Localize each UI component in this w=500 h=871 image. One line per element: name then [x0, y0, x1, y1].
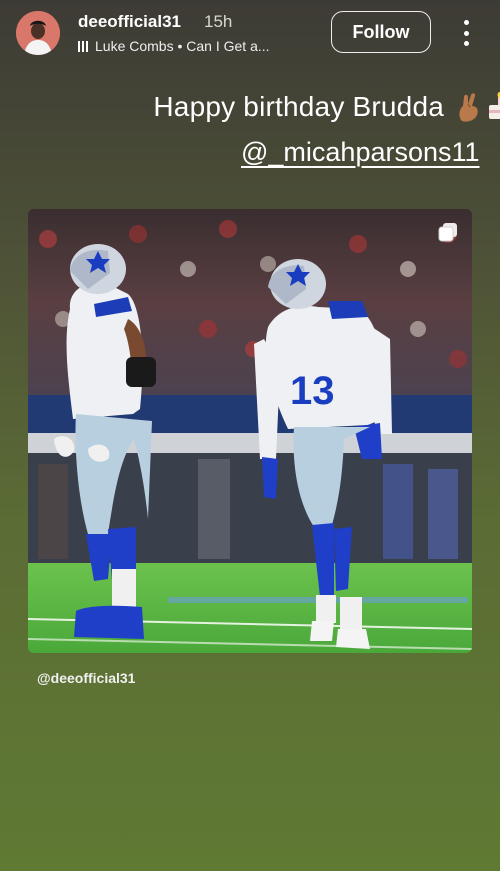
multiple-photos-icon: [438, 222, 458, 242]
mention-link[interactable]: @_micahparsons11: [241, 137, 480, 168]
photo-credit[interactable]: @deeofficial31: [37, 670, 135, 686]
follow-button[interactable]: Follow: [331, 11, 431, 53]
jersey-number: 13: [290, 369, 335, 413]
music-label: Luke Combs • Can I Get a...: [95, 38, 270, 54]
cake-emoji: [488, 91, 500, 123]
football-players-image: 13: [28, 209, 472, 653]
more-vertical-icon[interactable]: [456, 20, 476, 46]
audio-bars-icon: [78, 40, 88, 52]
caption-text: Happy birthday Brudda: [153, 91, 444, 122]
username[interactable]: deeofficial31: [78, 12, 181, 32]
crossed-fingers-emoji: [454, 91, 484, 123]
avatar[interactable]: [16, 11, 60, 55]
avatar-image: [16, 11, 60, 55]
story-caption: Happy birthday Brudda: [153, 91, 500, 123]
post-time: 15h: [204, 12, 233, 31]
story-header: deeofficial31 15h Luke Combs • Can I Get…: [0, 0, 500, 72]
music-info[interactable]: Luke Combs • Can I Get a...: [78, 38, 270, 54]
story-photo[interactable]: 13: [28, 209, 472, 653]
